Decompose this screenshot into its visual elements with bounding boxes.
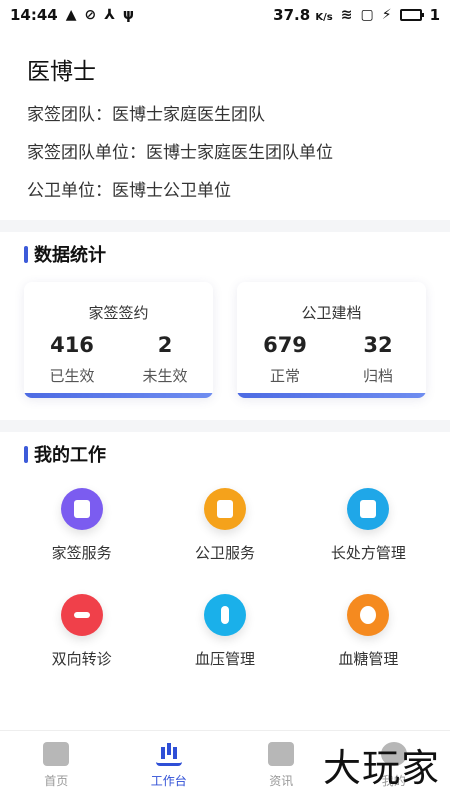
stat-card-public-health[interactable]: 公卫建档 679 正常 32 归档 (237, 282, 426, 398)
public-unit-line: 公卫单位： 医博士公卫单位 (27, 176, 423, 201)
status-time: 14:44 (10, 6, 58, 24)
work-item-blood-sugar[interactable]: 血糖管理 (297, 586, 440, 692)
tab-label: 资讯 (269, 774, 294, 788)
work-title: 我的工作 (34, 445, 106, 466)
work-item-label: 长处方管理 (330, 544, 406, 562)
status-bar-left: 14:44 ▲ ⊘ ⅄ ψ (10, 6, 134, 24)
work-item-label: 公卫服务 (194, 544, 255, 562)
stats-cards: 家签签约 416 已生效 2 未生效 公卫建档 679 正常 32 归档 (0, 276, 450, 420)
work-item-label: 家签服务 (51, 544, 112, 562)
work-section: 我的工作 家签服务 公卫服务 长处方管理 双向转诊 血压管理 血糖管理 (0, 432, 450, 732)
stat-number: 2 (157, 333, 173, 357)
team-unit-label: 家签团队单位： (27, 143, 146, 163)
tab-workbench[interactable]: 工作台 (113, 731, 226, 800)
work-item-blood-pressure[interactable]: 血压管理 (153, 586, 296, 692)
contract-icon (60, 488, 103, 530)
stat-label: 未生效 (142, 367, 188, 385)
public-unit-label: 公卫单位： (27, 181, 112, 201)
workbench-icon (155, 742, 182, 766)
stat-label: 归档 (362, 367, 393, 385)
blood-sugar-icon (347, 594, 390, 636)
screen-icon: ▢ (360, 7, 374, 23)
stat-row: 416 已生效 2 未生效 (24, 333, 213, 386)
section-title: 我的工作 (0, 432, 450, 476)
doctor-name: 医博士 (27, 59, 96, 85)
home-icon (43, 742, 70, 766)
tab-label: 工作台 (150, 774, 187, 788)
warning-icon: ▲ (65, 7, 77, 23)
stat-card-title: 公卫建档 (301, 304, 362, 322)
stat-label: 正常 (269, 367, 300, 385)
battery-icon (399, 9, 424, 21)
news-icon (268, 742, 295, 766)
public-unit-value: 医博士公卫单位 (112, 181, 231, 201)
work-grid: 家签服务 公卫服务 长处方管理 双向转诊 血压管理 血糖管理 (0, 476, 450, 692)
charging-icon: ⚡ (381, 7, 392, 23)
work-item-label: 血糖管理 (338, 650, 399, 668)
stats-title: 数据统计 (34, 245, 106, 266)
team-label: 家签团队： (27, 105, 112, 125)
work-item-label: 双向转诊 (51, 650, 112, 668)
blood-pressure-icon (203, 594, 246, 636)
work-item-family-service[interactable]: 家签服务 (10, 480, 153, 586)
stat-number: 32 (363, 333, 393, 357)
work-item-public-service[interactable]: 公卫服务 (153, 480, 296, 586)
network-icon: ⅄ (104, 7, 115, 23)
stat-col: 2 未生效 (135, 333, 195, 386)
team-value: 医博士家庭医生团队 (112, 105, 265, 125)
referral-icon (60, 594, 103, 636)
stat-col: 679 正常 (255, 333, 315, 386)
status-bar: 14:44 ▲ ⊘ ⅄ ψ 37.8 K/s ≋ ▢ ⚡ 1 (0, 0, 450, 30)
battery-level: 1 (429, 6, 440, 24)
network-speed: 37.8 K/s (273, 6, 333, 24)
work-item-label: 血压管理 (194, 650, 255, 668)
team-unit-value: 医博士家庭医生团队单位 (146, 143, 333, 163)
wifi-icon: ≋ (340, 7, 353, 23)
tab-home[interactable]: 首页 (0, 731, 113, 800)
section-title: 数据统计 (0, 232, 450, 276)
team-unit-line: 家签团队单位： 医博士家庭医生团队单位 (27, 138, 423, 163)
stat-row: 679 正常 32 归档 (237, 333, 426, 386)
card-accent-line (237, 393, 426, 398)
stat-col: 416 已生效 (42, 333, 102, 386)
tab-label: 首页 (44, 774, 69, 788)
prescription-icon (347, 488, 390, 530)
status-bar-right: 37.8 K/s ≋ ▢ ⚡ 1 (273, 6, 440, 24)
check-circle-icon: ⊘ (84, 7, 97, 23)
stat-card-family-contract[interactable]: 家签签约 416 已生效 2 未生效 (24, 282, 213, 398)
stats-section: 数据统计 家签签约 416 已生效 2 未生效 公卫建档 679 正常 32 归… (0, 232, 450, 420)
stat-label: 已生效 (49, 367, 95, 385)
work-item-prescription[interactable]: 长处方管理 (297, 480, 440, 586)
section-bar (24, 445, 28, 463)
stat-col: 32 归档 (348, 333, 408, 386)
section-bar (24, 245, 28, 263)
usb-icon: ψ (122, 7, 135, 23)
stat-number: 416 (50, 333, 94, 357)
team-line: 家签团队： 医博士家庭医生团队 (27, 100, 423, 125)
stat-card-title: 家签签约 (88, 304, 149, 322)
tab-news[interactable]: 资讯 (225, 731, 338, 800)
card-accent-line (24, 393, 213, 398)
public-health-icon (203, 488, 246, 530)
stat-number: 679 (263, 333, 307, 357)
profile-card: 医博士 家签团队： 医博士家庭医生团队 家签团队单位： 医博士家庭医生团队单位 … (0, 30, 450, 220)
work-item-referral[interactable]: 双向转诊 (10, 586, 153, 692)
watermark: 大玩家 (322, 746, 440, 790)
